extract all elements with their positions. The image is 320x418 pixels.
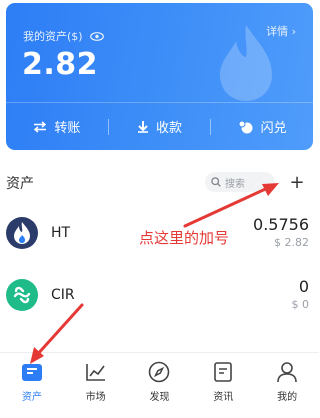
flash-swap-icon	[238, 120, 253, 133]
wallet-icon	[20, 360, 44, 384]
add-asset-button[interactable]: +	[286, 171, 308, 193]
compass-icon	[147, 360, 171, 384]
annotation-text: 点这里的加号	[139, 229, 230, 247]
nav-item-news[interactable]: 资讯	[191, 353, 255, 418]
news-icon	[211, 360, 235, 384]
nav-label: 我的	[277, 392, 298, 403]
card-actions: 转账 收款 闪兑	[6, 103, 313, 150]
transfer-button[interactable]: 转账	[6, 117, 108, 136]
token-quantity: 0	[298, 277, 309, 296]
flash-swap-button[interactable]: 闪兑	[211, 117, 313, 136]
profile-icon	[275, 360, 299, 384]
nav-item-discover[interactable]: 发现	[128, 353, 192, 418]
token-name: HT	[51, 225, 71, 241]
total-assets-label-wrap: 我的资产($)	[23, 28, 104, 44]
total-assets-amount: 2.82	[22, 47, 99, 82]
search-icon	[211, 177, 221, 187]
eye-icon[interactable]	[89, 31, 104, 41]
total-assets-label: 我的资产($)	[23, 30, 83, 43]
nav-label: 市场	[85, 392, 106, 403]
token-row[interactable]: CIR 0 $ 0	[0, 276, 319, 328]
flash-swap-label: 闪兑	[260, 121, 287, 136]
receive-label: 收款	[156, 121, 183, 136]
watermark-flame-icon	[220, 25, 272, 101]
assets-section-title: 资产	[6, 176, 34, 192]
cir-logo-icon	[6, 279, 38, 311]
nav-label: 资讯	[213, 392, 234, 403]
nav-item-market[interactable]: 市场	[64, 353, 128, 418]
nav-label: 资产	[21, 392, 42, 403]
nav-label: 发现	[149, 392, 170, 403]
token-value: $ 2.82	[274, 236, 309, 249]
search-input[interactable]: 搜索	[205, 172, 275, 192]
asset-card: 我的资产($) 详情 › 2.82 转账 收款 闪兑	[6, 3, 313, 150]
receive-button[interactable]: 收款	[109, 117, 211, 136]
nav-item-profile[interactable]: 我的	[255, 353, 319, 418]
transfer-label: 转账	[54, 121, 81, 136]
search-placeholder: 搜索	[225, 178, 245, 190]
token-value: $ 0	[291, 298, 310, 311]
token-name: CIR	[51, 287, 75, 303]
ht-logo-icon	[6, 217, 38, 249]
market-chart-icon	[84, 360, 108, 384]
nav-item-assets[interactable]: 资产	[0, 353, 64, 418]
bottom-nav: 资产 市场 发现 资讯 我的	[0, 352, 319, 418]
receive-icon	[138, 121, 148, 133]
transfer-icon	[34, 120, 47, 133]
token-quantity: 0.5756	[253, 215, 309, 234]
